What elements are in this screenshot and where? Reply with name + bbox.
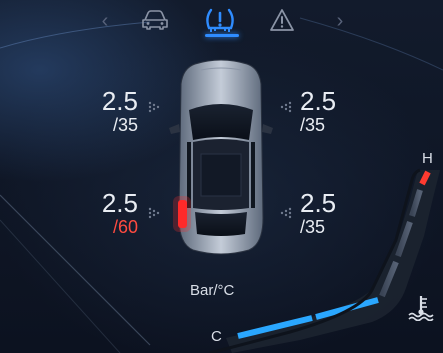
temperature-gauge	[209, 168, 440, 353]
gauge-high-label: H	[422, 150, 433, 167]
gauge-low-label: C	[211, 328, 222, 345]
coolant-temperature-icon	[408, 296, 434, 321]
tpms-screen: ‹ › 2.5 /35 2.5 /35 2.5 /60 2.5 /35 Bar/…	[0, 0, 443, 353]
